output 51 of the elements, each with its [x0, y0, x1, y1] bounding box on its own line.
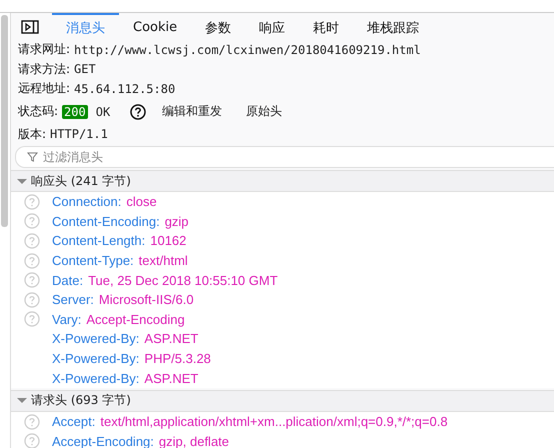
header-value: text/html [138, 253, 188, 268]
header-name: Content-Encoding: [52, 214, 160, 229]
header-name: Content-Length: [52, 233, 146, 248]
scrollbar[interactable] [1, 15, 8, 227]
header-value: gzip [164, 214, 189, 229]
action-button[interactable]: 编辑和重发 [162, 103, 222, 120]
section-header[interactable]: 响应头 (241 字节) [11, 170, 554, 192]
field-value: GET [74, 62, 96, 76]
help-icon[interactable] [130, 104, 146, 120]
status-text: OK [96, 104, 110, 118]
field-label: 请求网址: [18, 41, 70, 58]
header-value: ASP.NET [144, 331, 198, 346]
header-name: Date: [52, 272, 84, 288]
collapse-arrow-icon[interactable] [17, 178, 27, 184]
header-name: X-Powered-By: [52, 370, 140, 386]
section-header[interactable]: 请求头 (693 字节) [11, 390, 554, 412]
header-name: Connection: [52, 194, 122, 210]
header-value: Microsoft-IIS/6.0 [98, 292, 194, 308]
field-value: 45.64.112.5:80 [74, 82, 176, 96]
section-title: 请求头 (693 字节) [31, 392, 131, 410]
tab[interactable]: 堆栈跟踪 [353, 13, 434, 40]
action-button[interactable]: 原始头 [246, 103, 282, 120]
panel-toggle-icon[interactable] [21, 20, 39, 34]
header-value: 10162 [150, 233, 186, 248]
tab[interactable]: 耗时 [299, 13, 354, 40]
field-label: 版本: [18, 126, 46, 143]
header-value: close [126, 194, 157, 210]
collapse-arrow-icon[interactable] [17, 398, 27, 404]
header-name: X-Powered-By: [52, 351, 140, 366]
header-value: PHP/5.3.28 [144, 351, 211, 366]
filter-field[interactable]: 过滤消息头 [15, 146, 554, 168]
tab[interactable]: 消息头 [52, 13, 119, 40]
field-label: 状态码: [18, 103, 58, 120]
header-name: Vary: [52, 312, 82, 327]
header-value: Accept-Encoding [86, 312, 185, 327]
header-value: Tue, 25 Dec 2018 10:55:10 GMT [88, 272, 278, 288]
tab[interactable]: 响应 [245, 13, 300, 40]
header-name: Content-Type: [52, 253, 134, 268]
field-value: http://www.lcwsj.com/lcxinwen/2018041609219.html [74, 42, 421, 57]
header-name: X-Powered-By: [52, 331, 140, 346]
header-name: Accept: [52, 414, 96, 430]
tab[interactable]: 参数 [191, 13, 246, 40]
field-value: HTTP/1.1 [50, 127, 108, 142]
header-name: Server: [52, 292, 94, 308]
header-value: text/html,application/xhtml+xm...plication/xml;q=0.9,*/*;q=0.8 [100, 414, 448, 430]
tab[interactable]: Cookie [119, 13, 192, 40]
field-label: 远程地址: [18, 80, 70, 98]
field-label: 请求方法: [18, 60, 70, 78]
status-code: 200 [62, 104, 88, 118]
header-value: ASP.NET [144, 370, 198, 386]
section-title: 响应头 (241 字节) [31, 172, 131, 190]
